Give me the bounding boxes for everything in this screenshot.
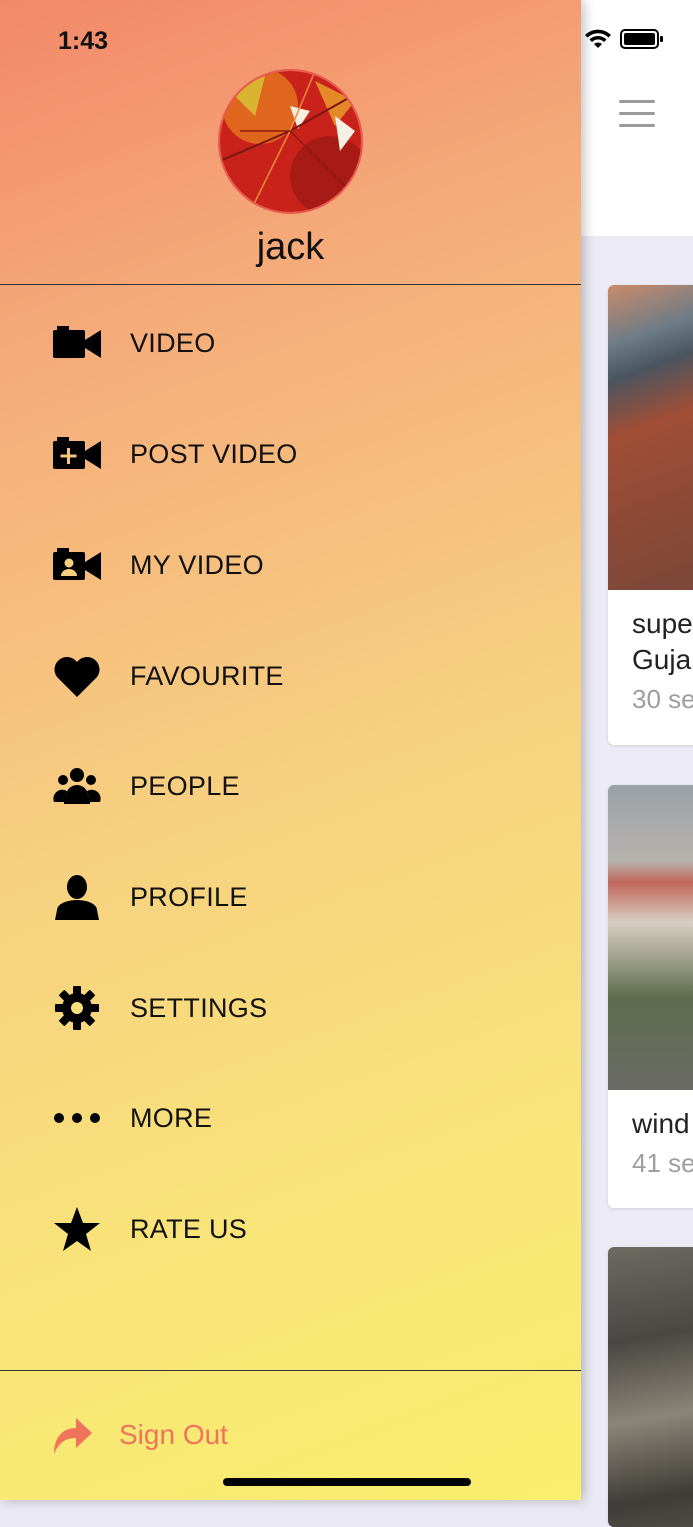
menu-item-people[interactable]: PEOPLE	[0, 736, 581, 836]
more-dots-icon	[52, 1093, 102, 1143]
autumn-leaf-image	[220, 71, 361, 212]
menu-icon[interactable]	[619, 100, 655, 128]
video-thumbnail	[608, 1247, 693, 1527]
person-icon	[52, 872, 102, 922]
video-camera-icon	[52, 318, 102, 368]
video-card[interactable]	[608, 1247, 693, 1527]
people-icon	[52, 761, 102, 811]
video-title: wind	[632, 1108, 690, 1139]
sign-out-button[interactable]: Sign Out	[0, 1400, 581, 1470]
wifi-icon	[585, 29, 611, 48]
video-duration: 30 se	[632, 684, 693, 714]
menu-item-profile[interactable]: PROFILE	[0, 847, 581, 947]
navigation-drawer: 1:43 jack VIDEO POST VIDEO MY VIDEO FAVO…	[0, 0, 581, 1500]
video-card[interactable]: supe Guja 30 se	[608, 285, 693, 745]
menu-item-favourite[interactable]: FAVOURITE	[0, 626, 581, 726]
menu-item-settings[interactable]: SETTINGS	[0, 958, 581, 1058]
menu-item-my-video[interactable]: MY VIDEO	[0, 515, 581, 615]
avatar[interactable]	[218, 69, 363, 214]
video-add-icon	[52, 429, 102, 479]
video-title: supe Guja	[632, 608, 693, 675]
footer-divider	[0, 1370, 581, 1371]
home-indicator	[223, 1478, 471, 1486]
status-time: 1:43	[58, 27, 109, 55]
video-user-icon	[52, 540, 102, 590]
star-icon	[52, 1204, 102, 1254]
gear-icon	[52, 983, 102, 1033]
header-divider	[0, 284, 581, 285]
video-duration: 41 se	[632, 1148, 693, 1178]
menu-item-rate-us[interactable]: RATE US	[0, 1179, 581, 1279]
username: jack	[256, 226, 325, 268]
battery-icon	[620, 29, 663, 49]
video-thumbnail	[608, 285, 693, 590]
heart-icon	[52, 651, 102, 701]
menu-item-video[interactable]: VIDEO	[0, 293, 581, 393]
menu-item-post-video[interactable]: POST VIDEO	[0, 404, 581, 504]
sign-out-arrow-icon	[52, 1414, 94, 1456]
video-card[interactable]: wind 41 se	[608, 785, 693, 1208]
menu-item-more[interactable]: MORE	[0, 1068, 581, 1168]
video-thumbnail	[608, 785, 693, 1090]
